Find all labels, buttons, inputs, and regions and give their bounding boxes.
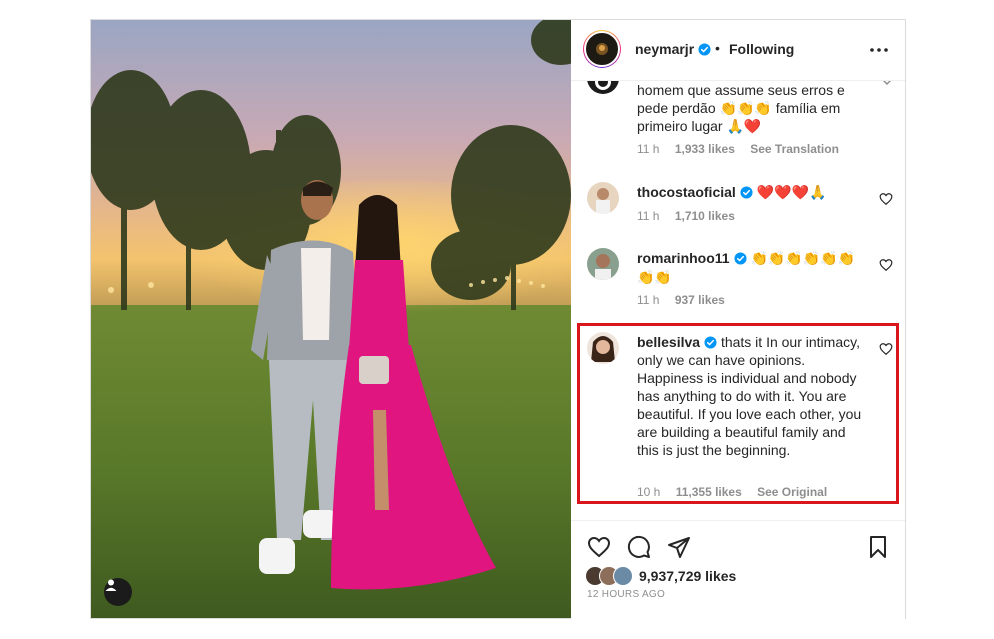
commenter-avatar[interactable] (587, 248, 619, 280)
avatar-image (584, 31, 620, 67)
comment-meta: 11 h 937 likes (637, 293, 737, 307)
verified-badge-icon (698, 43, 711, 56)
tag-user-button[interactable] (104, 578, 132, 606)
verified-badge-icon (704, 336, 717, 349)
comment-text: romarinhoo11 👏👏👏👏👏👏👏👏 (637, 249, 865, 287)
comment-likes[interactable]: 1,710 likes (675, 209, 735, 223)
heart-icon[interactable] (587, 535, 611, 559)
comment-likes[interactable]: 11,355 likes (676, 485, 742, 499)
see-original-link[interactable]: See Original (757, 485, 827, 499)
author-avatar[interactable] (583, 30, 621, 68)
paper-plane-icon[interactable] (667, 535, 691, 559)
post-header: neymarjr • Following (571, 20, 905, 81)
liker-avatar (613, 566, 633, 586)
comment-body: ❤️❤️❤️🙏 (756, 185, 827, 201)
heart-icon[interactable] (879, 258, 893, 272)
commenter-avatar[interactable] (587, 182, 619, 214)
comment-time: 11 h (637, 293, 660, 307)
likes-summary[interactable]: 9,937,729 likes (585, 566, 736, 586)
post-side-panel: neymarjr • Following homem que assume se… (571, 20, 905, 619)
commenter-username[interactable]: bellesilva (637, 334, 717, 350)
comment-body: thats it In our intimacy, only we can ha… (637, 334, 862, 458)
heart-icon[interactable] (879, 342, 893, 356)
author-username[interactable]: neymarjr (635, 41, 711, 57)
chevron-down-icon[interactable] (880, 80, 894, 90)
commenter-avatar[interactable] (587, 80, 619, 94)
comment-likes[interactable]: 1,933 likes (675, 142, 735, 156)
post-photo[interactable] (91, 20, 571, 618)
comment-text: homem que assume seus erros e pede perdã… (637, 82, 845, 134)
comment-icon[interactable] (627, 535, 651, 559)
heart-icon[interactable] (879, 192, 893, 206)
bookmark-icon[interactable] (866, 535, 890, 559)
comment-time: 11 h (637, 209, 660, 223)
see-translation-link[interactable]: See Translation (750, 142, 839, 156)
post-timestamp[interactable]: 12 HOURS AGO (587, 589, 665, 600)
photo-illustration (91, 20, 571, 618)
separator-dot: • (715, 40, 720, 56)
comment-meta: 10 h 11,355 likes See Original (637, 485, 839, 499)
more-options-button[interactable] (867, 38, 891, 62)
comments-list[interactable]: homem que assume seus erros e pede perdã… (571, 80, 905, 520)
comment-text: bellesilva thats it In our intimacy, onl… (637, 333, 865, 459)
user-tag-icon (105, 579, 117, 591)
comment-meta: 11 h 1,710 likes (637, 209, 747, 223)
comment-time: 11 h (637, 142, 660, 156)
comment-likes[interactable]: 937 likes (675, 293, 725, 307)
post-actions: 9,937,729 likes 12 HOURS AGO (571, 520, 905, 619)
likes-count[interactable]: 9,937,729 likes (639, 568, 736, 584)
commenter-username[interactable]: thocostaoficial (637, 184, 753, 200)
commenter-avatar[interactable] (587, 332, 619, 364)
verified-badge-icon (734, 252, 747, 265)
commenter-username[interactable]: romarinhoo11 (637, 250, 747, 266)
comment-meta: 11 h 1,933 likes See Translation (637, 142, 851, 156)
more-horizontal-icon (870, 48, 888, 52)
comment-time: 10 h (637, 485, 661, 499)
comment-text: thocostaoficial ❤️❤️❤️🙏 (637, 183, 865, 202)
verified-badge-icon (740, 186, 753, 199)
following-button[interactable]: Following (729, 41, 794, 57)
